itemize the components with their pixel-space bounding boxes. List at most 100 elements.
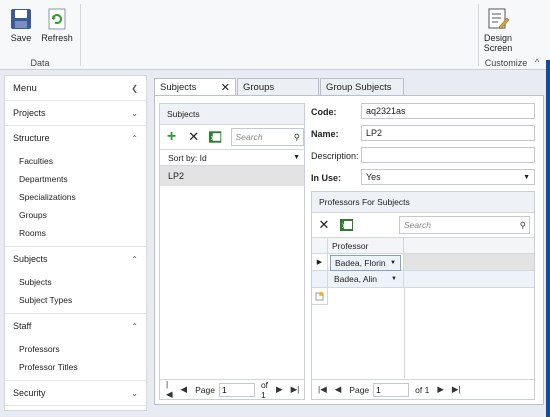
section-label: Projects	[13, 108, 46, 118]
current-row-indicator-icon: ▶	[312, 254, 328, 271]
professors-search-input[interactable]: Search ⚲	[399, 216, 530, 234]
professor-value: Badea, Alin	[334, 274, 378, 284]
name-field[interactable]: LP2	[361, 125, 535, 141]
tab-groups[interactable]: Groups	[237, 78, 319, 96]
subjects-panel: Subjects + ✕ x Search ⚲ Sort by: Id ▼ LP…	[159, 103, 305, 400]
delete-icon[interactable]: ✕	[316, 217, 332, 233]
dropdown-arrow-icon: ▼	[390, 260, 396, 266]
add-icon[interactable]: +	[164, 128, 179, 145]
page-number-input[interactable]	[373, 382, 410, 397]
sort-label: Sort by: Id	[168, 152, 207, 163]
professors-panel: Professors For Subjects ✕ x Search ⚲ Pro…	[311, 191, 535, 400]
sidebar-section-projects[interactable]: Projects ⌄	[5, 101, 146, 126]
refresh-label: Refresh	[41, 33, 73, 43]
column-header-professor[interactable]: Professor	[328, 238, 404, 254]
sidebar-item-professors[interactable]: Professors	[5, 340, 146, 358]
vertical-scrollbar[interactable]	[546, 60, 550, 417]
collapse-sidebar-icon[interactable]: ❮	[131, 84, 138, 93]
data-group-label: Data	[30, 58, 50, 68]
sidebar-section-staff[interactable]: Staff ⌃	[5, 314, 146, 338]
subjects-pager: |◀ ◀ Page of 1 ▶ ▶|	[160, 379, 304, 400]
next-page-icon[interactable]: ▶	[276, 384, 283, 395]
sidebar-item-specializations[interactable]: Specializations	[5, 188, 146, 206]
sidebar-section-subjects[interactable]: Subjects ⌃	[5, 247, 146, 271]
prev-page-icon[interactable]: ◀	[335, 384, 342, 395]
svg-text:x: x	[211, 133, 215, 142]
subjects-search-input[interactable]: Search ⚲	[230, 128, 304, 146]
row-filler	[404, 271, 534, 288]
new-row-icon[interactable]	[312, 288, 328, 305]
professors-pager: |◀ ◀ Page of 1 ▶ ▶|	[312, 379, 534, 399]
search-icon[interactable]: ⚲	[294, 132, 300, 143]
sidebar-item-groups[interactable]: Groups	[5, 206, 146, 224]
description-label: Description:	[311, 151, 359, 161]
name-label: Name:	[311, 129, 339, 139]
section-label: Security	[13, 388, 46, 398]
chevron-up-icon: ⌃	[131, 321, 138, 331]
refresh-button[interactable]: Refresh	[40, 8, 74, 43]
next-page-icon[interactable]: ▶	[437, 384, 444, 395]
inuse-select[interactable]: Yes ▼	[361, 169, 535, 185]
code-field[interactable]: aq2321as	[361, 103, 535, 119]
chevron-down-icon: ⌄	[131, 108, 138, 118]
tab-group-subjects[interactable]: Group Subjects	[320, 78, 404, 96]
dropdown-arrow-icon: ▼	[391, 276, 397, 282]
row-indicator-header	[312, 238, 328, 254]
ribbon: Save Refresh Data Design Screen Customiz…	[0, 0, 550, 70]
first-page-icon[interactable]: |◀	[318, 384, 327, 395]
sidebar-header: Menu ❮	[5, 76, 146, 101]
design-screen-label: Design Screen	[483, 33, 513, 53]
sidebar-item-departments[interactable]: Departments	[5, 170, 146, 188]
excel-export-icon[interactable]: x	[208, 129, 223, 145]
list-item[interactable]: LP2	[160, 166, 304, 186]
sidebar-item-subject-types[interactable]: Subject Types	[5, 291, 146, 309]
tab-subjects[interactable]: Subjects ✕	[154, 78, 236, 96]
last-page-icon[interactable]: ▶|	[452, 384, 461, 395]
sidebar-item-rooms[interactable]: Rooms	[5, 224, 146, 242]
professor-select[interactable]: Badea, Florin ▼	[330, 255, 401, 271]
sidebar-item-subjects[interactable]: Subjects	[5, 273, 146, 291]
tab-content: Subjects + ✕ x Search ⚲ Sort by: Id ▼ LP…	[154, 95, 544, 405]
sort-dropdown[interactable]: Sort by: Id ▼	[160, 150, 304, 166]
page-label: Page	[349, 384, 370, 395]
description-field[interactable]	[361, 147, 535, 163]
professors-panel-title: Professors For Subjects	[312, 192, 534, 213]
row-filler	[404, 254, 534, 271]
row-indicator	[312, 271, 328, 288]
sidebar-section-structure[interactable]: Structure ⌃	[5, 126, 146, 150]
save-button[interactable]: Save	[6, 8, 36, 43]
svg-text:x: x	[342, 221, 346, 230]
table-row[interactable]: Badea, Alin ▼	[328, 271, 404, 288]
design-screen-button[interactable]: Design Screen	[480, 8, 516, 53]
page-label: Page	[195, 384, 215, 395]
professors-grid: Professor ▶ Badea, Florin ▼ Badea, Alin …	[312, 238, 534, 378]
sidebar: Menu ❮ Projects ⌄ Structure ⌃ Faculties …	[4, 75, 147, 411]
sidebar-item-faculties[interactable]: Faculties	[5, 152, 146, 170]
column-header-filler	[404, 238, 534, 254]
chevron-down-icon: ⌄	[131, 388, 138, 398]
excel-export-icon[interactable]: x	[339, 217, 355, 233]
prev-page-icon[interactable]: ◀	[181, 384, 188, 395]
delete-icon[interactable]: ✕	[186, 129, 201, 145]
page-count: of 1	[260, 379, 269, 400]
professor-select[interactable]: Badea, Alin ▼	[330, 272, 401, 286]
sidebar-item-professor-titles[interactable]: Professor Titles	[5, 358, 146, 376]
section-label: Subjects	[13, 254, 48, 264]
search-icon[interactable]: ⚲	[520, 220, 526, 231]
tab-label: Groups	[243, 81, 275, 93]
last-page-icon[interactable]: ▶|	[291, 384, 300, 395]
search-placeholder: Search	[235, 132, 263, 142]
chevron-up-icon: ⌃	[131, 254, 138, 264]
close-tab-icon[interactable]: ✕	[221, 81, 230, 94]
design-screen-icon	[488, 8, 509, 30]
sidebar-section-security[interactable]: Security ⌄	[5, 381, 146, 406]
search-placeholder: Search	[404, 220, 431, 230]
collapse-ribbon-icon[interactable]: ^	[535, 57, 539, 67]
code-label: Code:	[311, 107, 337, 117]
inuse-label: In Use:	[311, 173, 342, 183]
page-number-input[interactable]	[218, 382, 255, 397]
page-count: of 1	[415, 384, 430, 395]
chevron-up-icon: ⌃	[131, 133, 138, 143]
first-page-icon[interactable]: |◀	[166, 379, 173, 400]
table-row[interactable]: Badea, Florin ▼	[328, 254, 404, 271]
